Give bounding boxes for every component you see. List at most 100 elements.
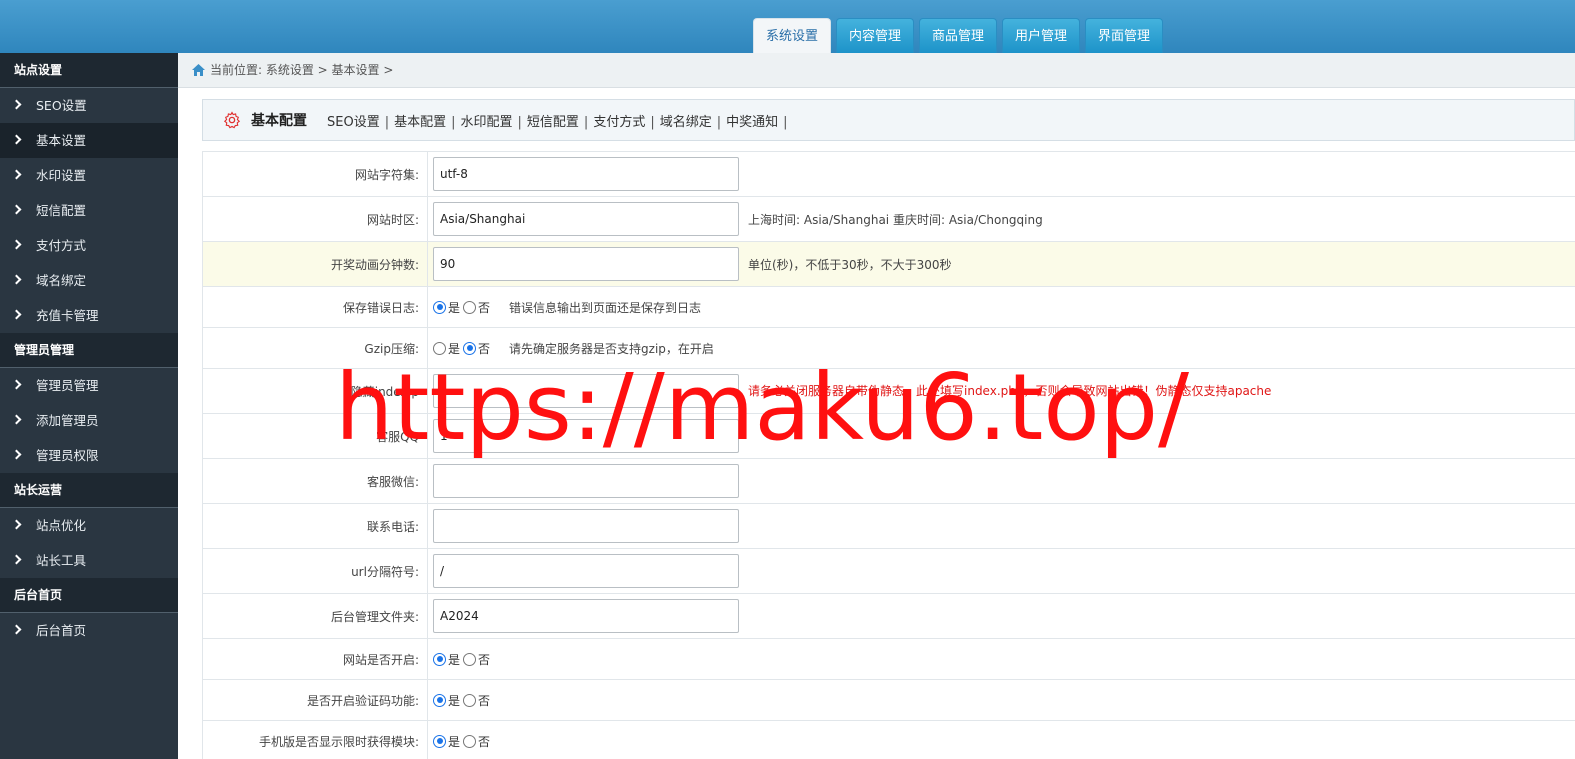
sidebar-item-sms[interactable]: 短信配置 [0, 193, 178, 228]
captcha-no-radio[interactable]: 否 [463, 692, 490, 709]
captcha-yes-radio[interactable]: 是 [433, 692, 460, 709]
charset-input[interactable] [433, 157, 739, 191]
radio-label: 是 [448, 300, 461, 315]
gzip-no-radio[interactable]: 否 [463, 340, 490, 357]
chevron-right-icon [13, 368, 29, 403]
sidebar-item-label: 水印设置 [36, 168, 87, 183]
sidebar-item-dashboard[interactable]: 后台首页 [0, 613, 178, 648]
site-open-label: 网站是否开启: [203, 639, 428, 679]
row-animation-minutes: 开奖动画分钟数: 单位(秒)，不低于30秒，不大于300秒 [202, 242, 1575, 287]
radio-dot [463, 693, 477, 707]
radio-dot [463, 734, 477, 748]
mobile-module-yes-radio[interactable]: 是 [433, 733, 460, 750]
tab-content-management[interactable]: 内容管理 [836, 18, 914, 53]
site-open-yes-radio[interactable]: 是 [433, 651, 460, 668]
hide-index-label: 隐藏index.p [203, 369, 428, 413]
sidebar-item-label: 管理员权限 [36, 448, 99, 463]
radio-label: 否 [478, 341, 491, 356]
panel-link-basic[interactable]: 基本配置 [394, 115, 446, 130]
panel-link-watermark[interactable]: 水印配置 [461, 115, 513, 130]
hide-index-input[interactable] [433, 374, 739, 408]
link-separator: | [451, 114, 456, 130]
error-log-hint: 错误信息输出到页面还是保存到日志 [509, 300, 702, 315]
sidebar-item-label: 站长工具 [36, 553, 87, 568]
captcha-label: 是否开启验证码功能: [203, 680, 428, 720]
link-separator: | [384, 114, 390, 130]
animation-input[interactable] [433, 247, 739, 281]
sidebar-item-recharge-card[interactable]: 充值卡管理 [0, 298, 178, 333]
row-hide-index: 隐藏index.p 请务必关闭服务器自带伪静态，此处填写index.php，否则… [202, 369, 1575, 414]
radio-dot [433, 693, 446, 707]
panel-link-payment[interactable]: 支付方式 [593, 115, 645, 130]
tab-user-management[interactable]: 用户管理 [1002, 18, 1080, 53]
chevron-right-icon [13, 508, 29, 543]
animation-hint: 单位(秒)，不低于30秒，不大于300秒 [748, 257, 952, 272]
radio-label: 是 [448, 734, 461, 749]
service-wechat-input[interactable] [433, 464, 739, 498]
sidebar-item-label: 短信配置 [36, 203, 87, 218]
hide-index-hint: 请务必关闭服务器自带伪静态，此处填写index.php，否则会导致网站出错！伪静… [748, 384, 1272, 398]
sidebar-item-watermark[interactable]: 水印设置 [0, 158, 178, 193]
error-log-no-radio[interactable]: 否 [463, 299, 490, 316]
panel-links: SEO设置 | 基本配置 | 水印配置 | 短信配置 | 支付方式 | 域名绑定 | 中奖通知 | [327, 111, 793, 130]
sidebar-item-admin-management[interactable]: 管理员管理 [0, 368, 178, 403]
timezone-input[interactable] [433, 202, 739, 236]
sidebar-group-operations: 站长运营 [0, 473, 178, 508]
chevron-right-icon [13, 123, 29, 158]
row-timezone: 网站时区: 上海时间: Asia/Shanghai 重庆时间: Asia/Cho… [202, 197, 1575, 242]
gear-icon [223, 111, 241, 129]
chevron-right-icon [13, 193, 29, 228]
panel-link-seo[interactable]: SEO设置 [327, 115, 380, 130]
sidebar-group-dashboard: 后台首页 [0, 578, 178, 613]
sidebar-item-webmaster-tools[interactable]: 站长工具 [0, 543, 178, 578]
sidebar-group-admin-management: 管理员管理 [0, 333, 178, 368]
sidebar-item-domain[interactable]: 域名绑定 [0, 263, 178, 298]
breadcrumb: 当前位置: 系统设置 > 基本设置 > [178, 53, 1575, 88]
breadcrumb-text: 当前位置: 系统设置 > 基本设置 > [210, 63, 394, 77]
gzip-yes-radio[interactable]: 是 [433, 340, 460, 357]
service-qq-input[interactable] [433, 419, 739, 453]
sidebar-item-basic-settings[interactable]: 基本设置 [0, 123, 178, 158]
radio-label: 是 [448, 341, 461, 356]
row-admin-folder: 后台管理文件夹: [202, 594, 1575, 639]
panel-title: 基本配置 [251, 113, 307, 129]
tab-interface-management[interactable]: 界面管理 [1085, 18, 1163, 53]
mobile-module-label: 手机版是否显示限时获得模块: [203, 721, 428, 759]
row-mobile-limited-module: 手机版是否显示限时获得模块: 是 否 [202, 721, 1575, 759]
row-site-open: 网站是否开启: 是 否 [202, 639, 1575, 680]
link-separator: | [583, 114, 589, 130]
row-captcha: 是否开启验证码功能: 是 否 [202, 680, 1575, 721]
link-separator: | [783, 114, 788, 130]
tab-product-management[interactable]: 商品管理 [919, 18, 997, 53]
sidebar-item-add-admin[interactable]: 添加管理员 [0, 403, 178, 438]
sidebar-item-payment[interactable]: 支付方式 [0, 228, 178, 263]
home-icon [192, 64, 205, 76]
sidebar-item-seo[interactable]: SEO设置 [0, 88, 178, 123]
chevron-right-icon [13, 263, 29, 298]
timezone-hint: 上海时间: Asia/Shanghai 重庆时间: Asia/Chongqing [748, 212, 1043, 227]
url-separator-input[interactable] [433, 554, 739, 588]
mobile-module-no-radio[interactable]: 否 [463, 733, 490, 750]
sidebar-item-label: 充值卡管理 [36, 308, 99, 323]
radio-dot [463, 300, 477, 314]
main-content: 当前位置: 系统设置 > 基本设置 > 基本配置 SEO设置 | 基本配置 | 水印配置… [178, 53, 1575, 759]
error-log-yes-radio[interactable]: 是 [433, 299, 460, 316]
row-error-log: 保存错误日志: 是 否 错误信息输出到页面还是保存到日志 [202, 287, 1575, 328]
admin-folder-input[interactable] [433, 599, 739, 633]
sidebar-item-site-optimization[interactable]: 站点优化 [0, 508, 178, 543]
sidebar-item-label: 支付方式 [36, 238, 87, 253]
phone-input[interactable] [433, 509, 739, 543]
sidebar-item-admin-permissions[interactable]: 管理员权限 [0, 438, 178, 473]
sidebar-item-label: 域名绑定 [36, 273, 87, 288]
top-nav: 系统设置 内容管理 商品管理 用户管理 界面管理 [753, 18, 1163, 53]
radio-dot [463, 652, 477, 666]
tab-system-settings[interactable]: 系统设置 [753, 18, 831, 53]
panel-link-prize-notice[interactable]: 中奖通知 [726, 115, 778, 130]
sidebar-item-label: 添加管理员 [36, 413, 99, 428]
site-open-no-radio[interactable]: 否 [463, 651, 490, 668]
panel-link-domain[interactable]: 域名绑定 [660, 115, 712, 130]
row-phone: 联系电话: [202, 504, 1575, 549]
link-separator: | [716, 114, 722, 130]
sidebar: 站点设置 SEO设置 基本设置 水印设置 短信配置 支付方式 域名绑定 充值卡管… [0, 53, 178, 759]
panel-link-sms[interactable]: 短信配置 [527, 115, 579, 130]
